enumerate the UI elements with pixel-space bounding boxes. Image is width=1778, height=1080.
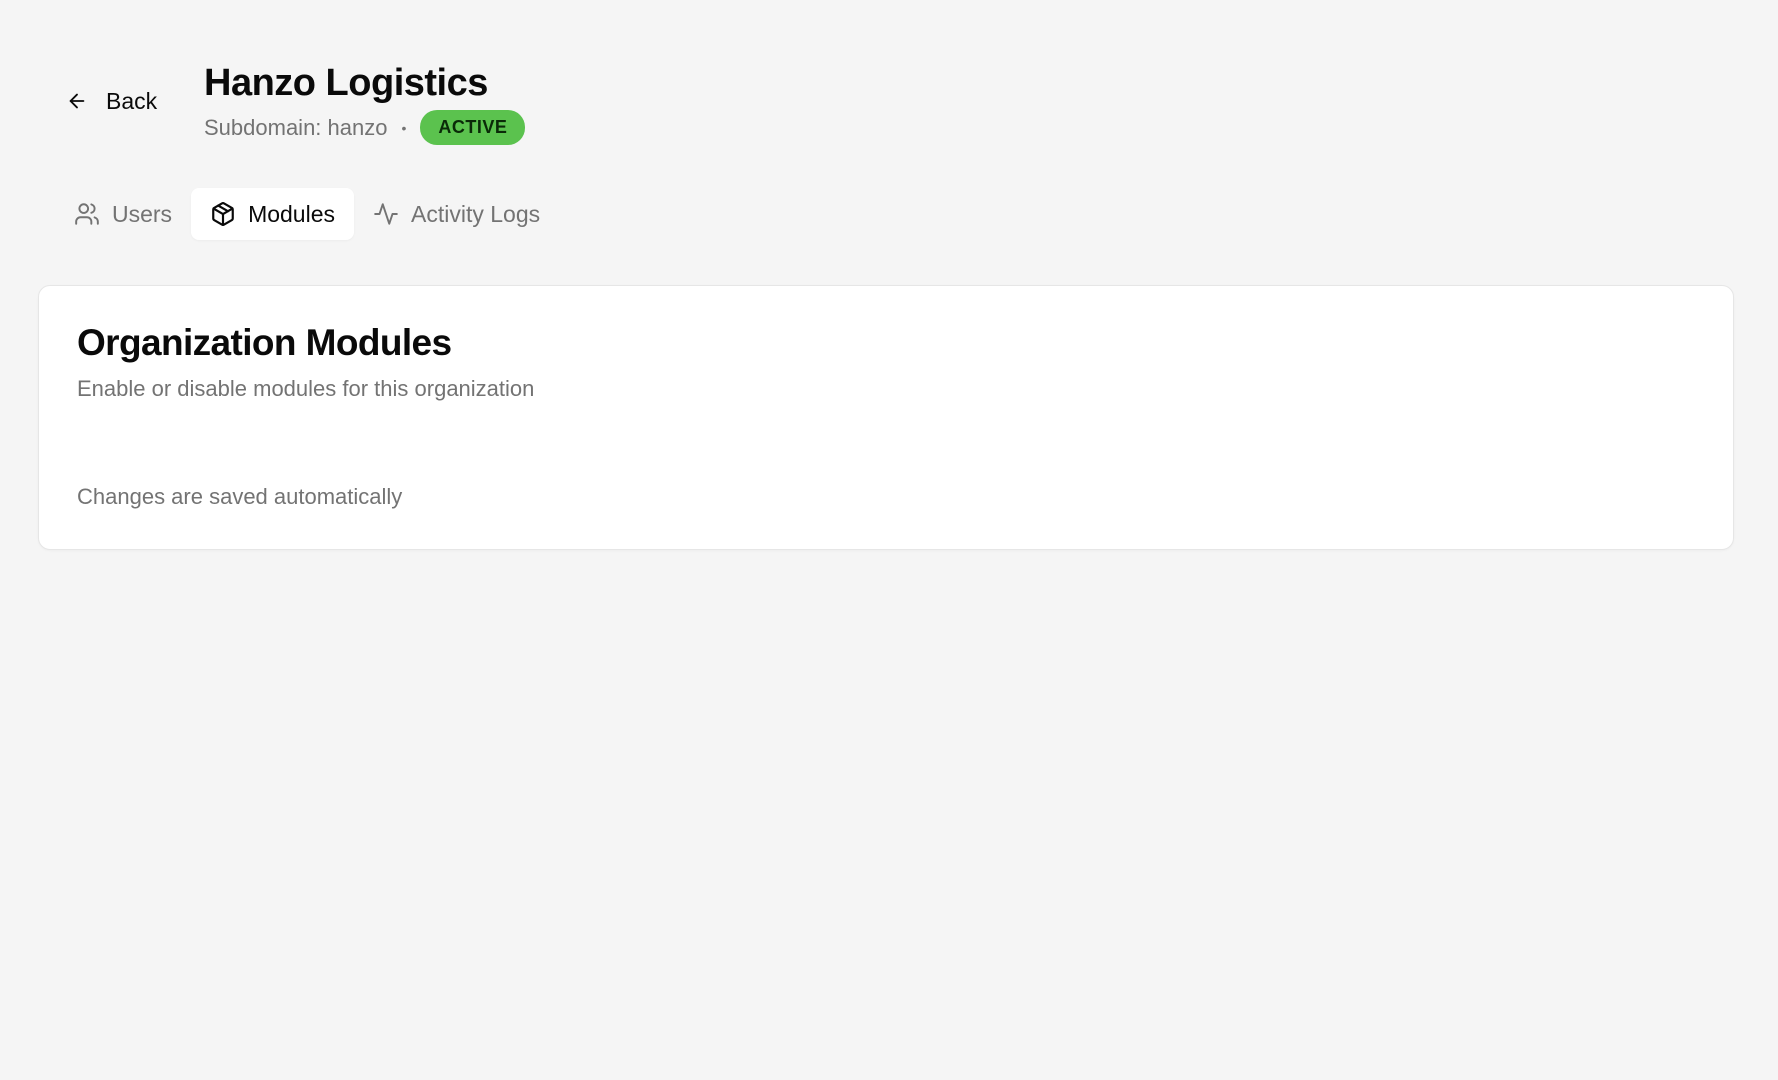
tab-activity-logs-label: Activity Logs — [411, 200, 541, 227]
card-description: Enable or disable modules for this organ… — [77, 376, 535, 401]
org-meta: Subdomain: hanzo • ACTIVE — [204, 110, 526, 145]
tab-activity-logs[interactable]: Activity Logs — [354, 188, 559, 240]
back-button[interactable]: Back — [60, 82, 163, 120]
tab-modules[interactable]: Modules — [191, 188, 354, 240]
package-icon — [210, 201, 236, 227]
tab-bar: Users Modules Activity Logs — [55, 188, 559, 240]
users-icon — [74, 201, 100, 227]
activity-icon — [373, 201, 399, 227]
tab-modules-label: Modules — [248, 200, 335, 227]
modules-card: Organization Modules Enable or disable m… — [38, 285, 1734, 550]
org-header: Hanzo Logistics Subdomain: hanzo • ACTIV… — [204, 60, 526, 145]
subdomain-text: Subdomain: hanzo — [204, 114, 388, 140]
autosave-note: Changes are saved automatically — [77, 484, 403, 509]
back-label: Back — [106, 87, 158, 114]
page-title: Hanzo Logistics — [204, 62, 488, 104]
separator-dot: • — [401, 119, 407, 136]
tab-users-label: Users — [112, 200, 173, 227]
arrow-left-icon — [66, 90, 88, 112]
tab-users[interactable]: Users — [55, 188, 191, 240]
status-badge: ACTIVE — [420, 110, 526, 145]
card-title: Organization Modules — [77, 322, 452, 363]
